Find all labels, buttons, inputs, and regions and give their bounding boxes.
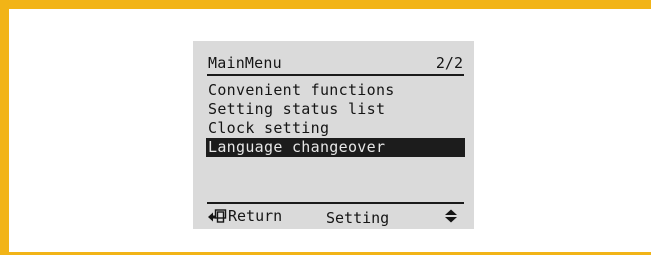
- menu-item-language-changeover[interactable]: Language changeover: [206, 138, 465, 157]
- main-menu: Convenient functions Setting status list…: [206, 81, 465, 157]
- menu-item-convenient-functions[interactable]: Convenient functions: [206, 81, 465, 100]
- menu-item-setting-status-list[interactable]: Setting status list: [206, 100, 465, 119]
- return-button[interactable]: Return: [207, 207, 282, 225]
- page-indicator: 2/2: [435, 54, 463, 72]
- screen-title: MainMenu: [208, 54, 282, 72]
- up-down-arrows-icon[interactable]: [444, 209, 458, 223]
- lcd-screen: MainMenu 2/2 Convenient functions Settin…: [193, 41, 474, 229]
- screen-footer: Return Setting: [207, 202, 464, 228]
- screen-header: MainMenu 2/2: [207, 52, 464, 76]
- menu-item-clock-setting[interactable]: Clock setting: [206, 119, 465, 138]
- setting-button[interactable]: Setting: [326, 209, 389, 227]
- return-arrow-icon: [208, 209, 227, 223]
- return-label: Return: [228, 207, 283, 225]
